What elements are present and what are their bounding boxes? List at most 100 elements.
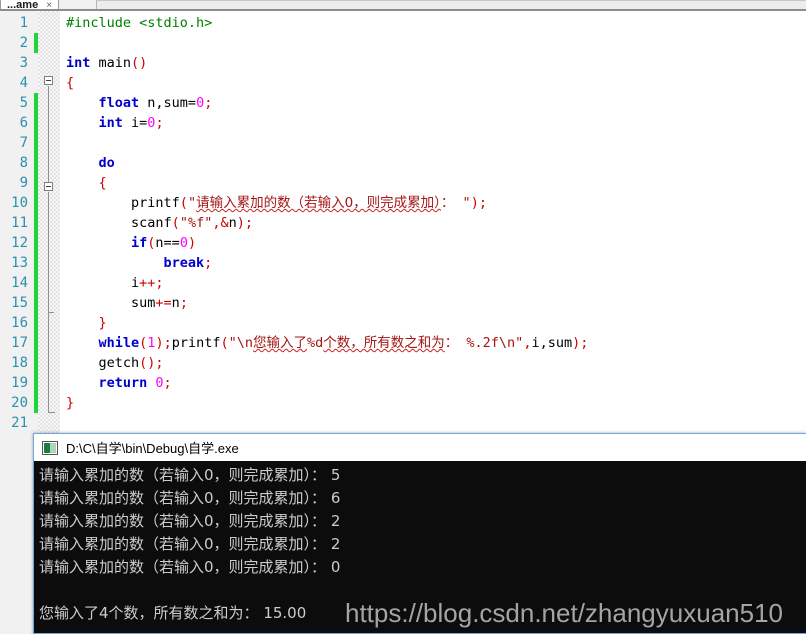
code-line-19[interactable]: return 0;: [66, 373, 172, 393]
console-app-icon: [42, 440, 58, 455]
watermark-text: https://blog.csdn.net/zhangyuxuan510: [345, 598, 783, 628]
line-number: 21: [11, 415, 28, 431]
code-line-20[interactable]: }: [66, 393, 74, 413]
code-line-11[interactable]: scanf("%f",&n);: [66, 213, 253, 233]
line-number: 16: [11, 315, 28, 331]
line-number: 20: [11, 395, 28, 411]
code-token-paren: ): [187, 235, 197, 251]
code-line-1[interactable]: #include <stdio.h>: [66, 13, 212, 33]
code-token-string: %.2f\n": [458, 335, 524, 351]
code-token-brace: {: [66, 75, 75, 91]
line-number: 5: [19, 95, 28, 111]
code-token-identifier: printf: [171, 335, 221, 351]
ide-window: ...ame × 1 2 3 4 5 6 7 8 9 10 11 12 13 1…: [0, 0, 806, 634]
code-token-semicolon: ;: [179, 295, 188, 311]
code-token-paren: );: [236, 215, 254, 231]
line-number: 11: [11, 215, 28, 231]
code-token-string-cjk: 请输入累加的数（若输入0，则完成累加）: [196, 195, 441, 211]
code-line-17[interactable]: while(1);printf("\n您输入了%d个数，所有数之和为： %.2f…: [66, 333, 589, 353]
code-line-10[interactable]: printf("请输入累加的数（若输入0，则完成累加）： ");: [66, 193, 487, 213]
code-token-paren: );: [155, 335, 172, 351]
console-output-line: 请输入累加的数（若输入0，则完成累加）： 0: [39, 558, 341, 576]
code-token-keyword: return: [66, 375, 148, 391]
code-line-13[interactable]: break;: [66, 253, 213, 273]
code-token-semicolon: ;: [163, 375, 172, 391]
code-token-number: 0: [147, 375, 164, 391]
line-number: 18: [11, 355, 28, 371]
code-token-identifier: getch: [66, 355, 140, 371]
code-token-string-cjk: 个数，所有数之和为: [323, 335, 445, 351]
code-token-string: ": [454, 195, 471, 211]
code-token-string: "\n: [228, 335, 254, 351]
code-token-paren: );: [470, 195, 487, 211]
fold-toggle-icon[interactable]: [44, 182, 53, 191]
line-number: 8: [19, 155, 28, 171]
code-token-keyword: float: [66, 95, 140, 111]
code-token-brace: }: [66, 315, 107, 331]
fold-guide-line: [48, 312, 49, 412]
code-token-operator: &: [220, 215, 229, 231]
code-line-5[interactable]: float n,sum=0;: [66, 93, 213, 113]
code-token-identifier: sum: [66, 295, 156, 311]
code-token-brace: }: [66, 395, 75, 411]
console-title-bar[interactable]: D:\C\自学\bin\Debug\自学.exe: [34, 434, 806, 461]
line-number: 10: [11, 195, 28, 211]
line-number: 7: [19, 135, 28, 151]
code-token-paren: (: [220, 335, 229, 351]
line-number: 2: [19, 35, 28, 51]
line-number: 6: [19, 115, 28, 131]
code-token-semicolon: ;: [155, 275, 164, 291]
console-output-line: 请输入累加的数（若输入0，则完成累加）： 2: [39, 512, 341, 530]
code-line-12[interactable]: if(n==0): [66, 233, 196, 253]
code-token-keyword: if: [66, 235, 148, 251]
line-number: 4: [19, 75, 28, 91]
code-token-identifier: n,sum=: [139, 95, 197, 111]
code-token-paren: (): [131, 55, 148, 71]
code-token-paren: ();: [139, 355, 164, 371]
console-output-line: 请输入累加的数（若输入0，则完成累加）： 6: [39, 489, 341, 507]
code-token-paren: (: [179, 195, 188, 211]
code-token-identifier: n==: [155, 235, 180, 251]
code-token-string: "%f": [179, 215, 213, 231]
code-line-16[interactable]: }: [66, 313, 107, 333]
code-token-keyword: int: [66, 55, 91, 71]
code-line-8[interactable]: do: [66, 153, 115, 173]
code-line-9[interactable]: {: [66, 173, 107, 193]
line-number: 19: [11, 375, 28, 391]
line-number: 3: [19, 55, 28, 71]
fold-guide-end: [48, 412, 55, 413]
change-bar-marker: [34, 93, 38, 413]
code-token-operator: ++: [139, 275, 156, 291]
code-token-identifier: main: [90, 55, 132, 71]
code-token-brace: {: [66, 175, 107, 191]
code-token-operator: +=: [155, 295, 172, 311]
code-token-keyword: int: [66, 115, 123, 131]
fold-guide-line: [48, 86, 49, 182]
code-line-14[interactable]: i++;: [66, 273, 164, 293]
line-number: 13: [11, 255, 28, 271]
line-number: 15: [11, 295, 28, 311]
fold-toggle-icon[interactable]: [44, 76, 53, 85]
code-token-semicolon: ;: [155, 115, 164, 131]
line-number: 17: [11, 335, 28, 351]
code-token-identifier: i,sum: [531, 335, 573, 351]
code-token-format: %d: [307, 335, 324, 351]
code-token-identifier: i=: [122, 115, 148, 131]
code-line-4[interactable]: {: [66, 73, 74, 93]
code-token-paren: );: [572, 335, 589, 351]
console-output-line: 请输入累加的数（若输入0，则完成累加）： 2: [39, 535, 341, 553]
code-line-18[interactable]: getch();: [66, 353, 164, 373]
code-token-string-cjk: ：: [444, 335, 459, 351]
code-line-3[interactable]: int main(): [66, 53, 147, 73]
code-line-15[interactable]: sum+=n;: [66, 293, 188, 313]
code-token-string-cjk: ：: [440, 195, 455, 211]
code-line-6[interactable]: int i=0;: [66, 113, 164, 133]
code-token-string: ": [187, 195, 197, 211]
code-token-string-cjk: 您输入了: [253, 335, 308, 351]
code-token-identifier: n: [171, 295, 180, 311]
code-token-number: 0: [179, 235, 188, 251]
line-number: 14: [11, 275, 28, 291]
code-token-identifier: i: [66, 275, 140, 291]
line-number: 12: [11, 235, 28, 251]
code-token-keyword: while: [66, 335, 140, 351]
